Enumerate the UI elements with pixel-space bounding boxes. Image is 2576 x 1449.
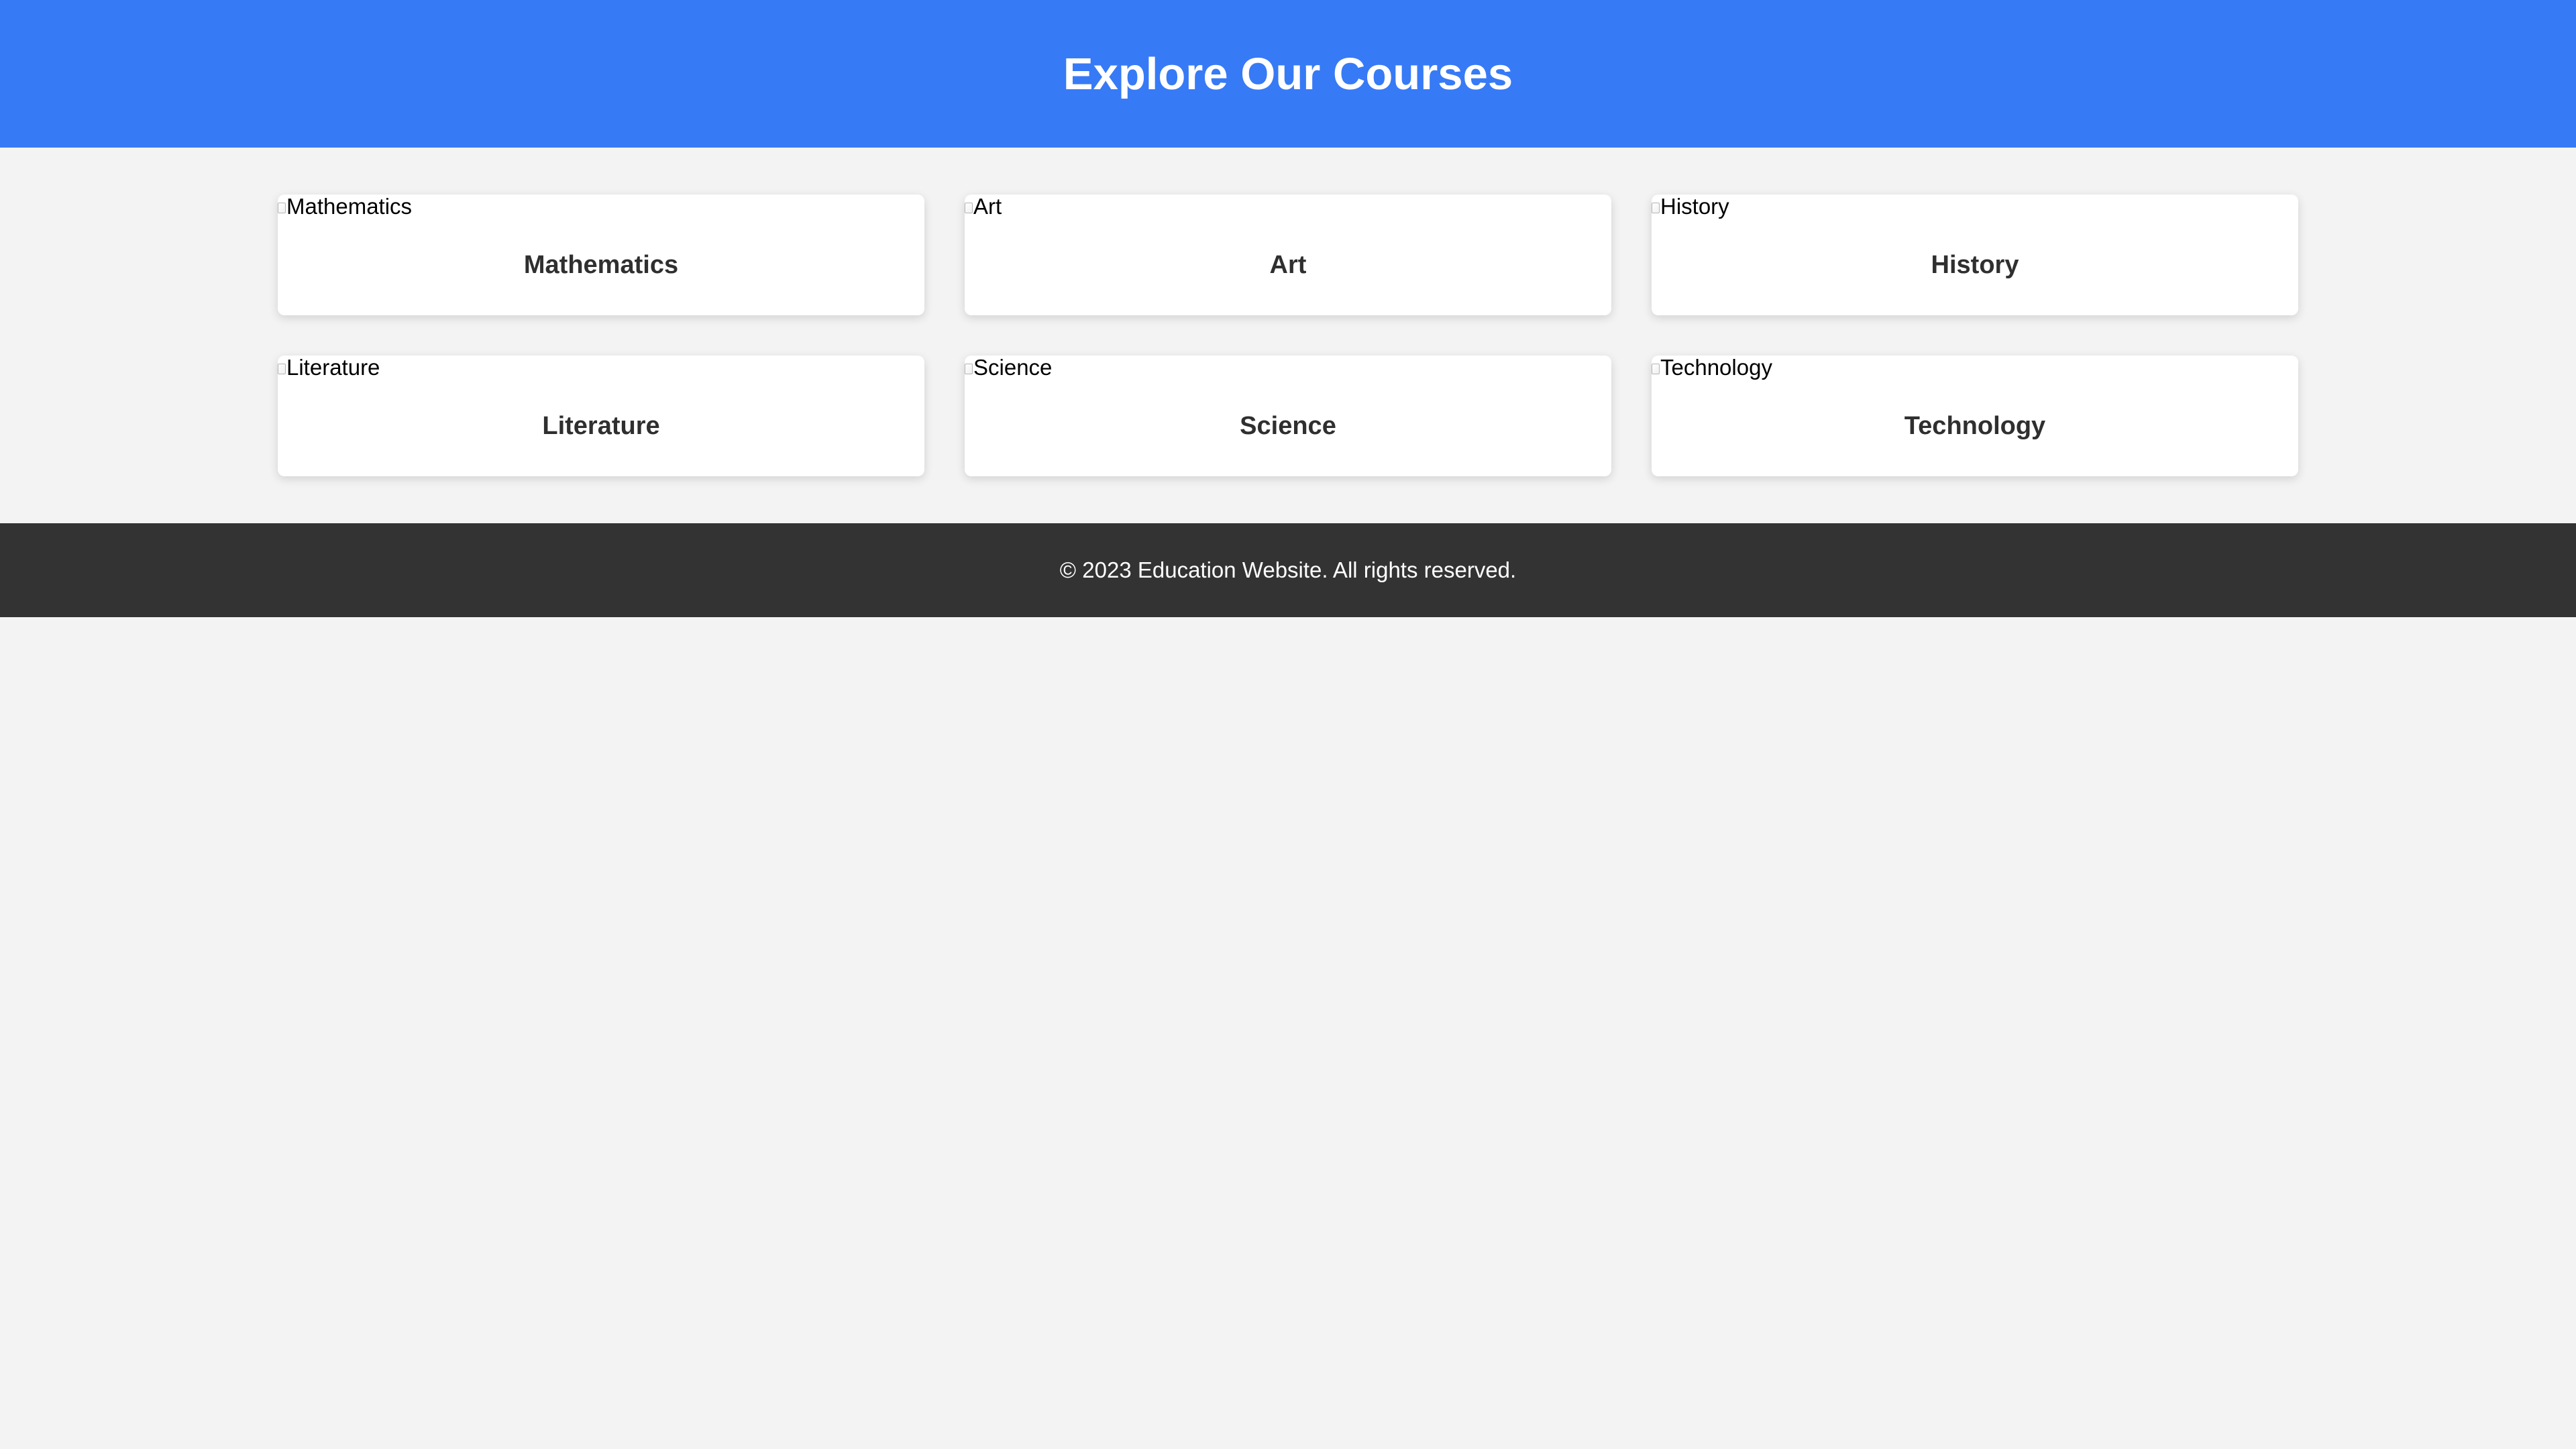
broken-image-icon [278, 203, 286, 213]
page-title: Explore Our Courses [1063, 48, 1513, 99]
course-title: Literature [542, 412, 660, 440]
course-title: Art [1269, 251, 1307, 279]
course-card-literature[interactable]: Literature Literature [278, 356, 924, 476]
broken-image-icon [1652, 364, 1660, 374]
image-alt-text: Technology [1660, 356, 1772, 380]
course-image: Mathematics [278, 195, 412, 219]
image-alt-text: Literature [286, 356, 380, 380]
site-footer: © 2023 Education Website. All rights res… [0, 523, 2576, 617]
course-image: Science [965, 356, 1052, 380]
course-image: Technology [1652, 356, 1772, 380]
course-title: History [1931, 251, 2019, 279]
broken-image-icon [965, 364, 973, 374]
image-alt-text: Science [973, 356, 1053, 380]
course-image: Literature [278, 356, 380, 380]
course-card-history[interactable]: History History [1652, 195, 2298, 315]
footer-copyright: © 2023 Education Website. All rights res… [1059, 557, 1517, 582]
course-grid: Mathematics Mathematics Art Art History … [278, 195, 2298, 476]
image-alt-text: History [1660, 195, 1729, 219]
site-header: Explore Our Courses [0, 0, 2576, 148]
courses-section: Mathematics Mathematics Art Art History … [0, 148, 2576, 523]
image-alt-text: Mathematics [286, 195, 413, 219]
course-title: Mathematics [523, 251, 679, 279]
course-title: Science [1240, 412, 1336, 440]
course-card-art[interactable]: Art Art [965, 195, 1611, 315]
broken-image-icon [965, 203, 973, 213]
course-image: Art [965, 195, 1002, 219]
course-card-technology[interactable]: Technology Technology [1652, 356, 2298, 476]
course-title: Technology [1904, 412, 2046, 440]
course-card-science[interactable]: Science Science [965, 356, 1611, 476]
image-alt-text: Art [973, 195, 1002, 219]
broken-image-icon [1652, 203, 1660, 213]
broken-image-icon [278, 364, 286, 374]
course-card-mathematics[interactable]: Mathematics Mathematics [278, 195, 924, 315]
course-image: History [1652, 195, 1729, 219]
